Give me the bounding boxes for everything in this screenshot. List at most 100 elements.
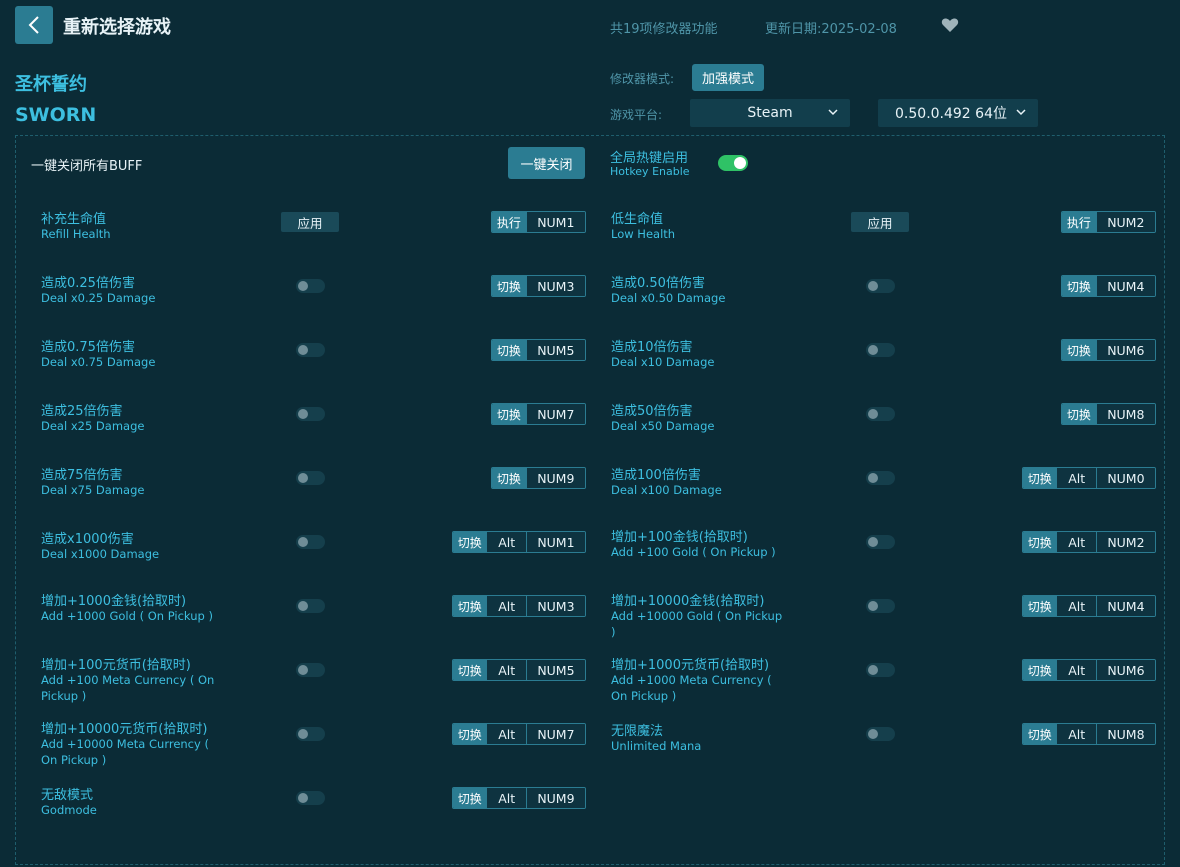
game-name-en: SWORN — [15, 104, 97, 126]
cheat-toggle[interactable] — [866, 407, 895, 421]
hotkey-key: NUM8 — [1095, 404, 1155, 424]
toggle-label: 切换 — [1062, 276, 1096, 296]
hotkey-binding[interactable]: 切换 Alt NUM4 — [1022, 595, 1156, 617]
hotkey-binding[interactable]: 切换 Alt NUM6 — [1022, 659, 1156, 681]
cheat-toggle[interactable] — [866, 279, 895, 293]
hotkey-binding[interactable]: 切换 NUM4 — [1061, 275, 1156, 297]
cheat-toggle[interactable] — [296, 727, 325, 741]
toggle-label: 切换 — [453, 724, 487, 744]
toggle-knob — [868, 409, 878, 419]
toggle-knob — [734, 157, 746, 169]
mode-badge[interactable]: 加强模式 — [692, 64, 764, 91]
hotkey-key: NUM7 — [525, 404, 585, 424]
toggle-knob — [298, 537, 308, 547]
cheat-name-cn: 造成10倍伤害 — [611, 340, 693, 355]
hotkey-binding[interactable]: 切换 NUM3 — [491, 275, 586, 297]
cheat-toggle[interactable] — [866, 599, 895, 613]
back-button[interactable] — [15, 6, 53, 44]
hotkey-binding[interactable]: 切换 Alt NUM0 — [1022, 467, 1156, 489]
close-all-label: 一键关闭所有BUFF — [31, 159, 143, 174]
toggle-label: 切换 — [1062, 404, 1096, 424]
exec-label: 执行 — [1062, 212, 1096, 232]
hotkey-binding[interactable]: 切换 Alt NUM2 — [1022, 531, 1156, 553]
apply-button[interactable]: 应用 — [851, 212, 909, 232]
hotkey-binding[interactable]: 切换 Alt NUM3 — [452, 595, 586, 617]
cheat-toggle[interactable] — [296, 663, 325, 677]
cheat-toggle[interactable] — [296, 535, 325, 549]
cheat-name-en: Add +1000 Meta Currency ( On Pickup ) — [611, 673, 772, 703]
hotkey-binding[interactable]: 执行 NUM2 — [1061, 211, 1156, 233]
toggle-label: 切换 — [492, 468, 526, 488]
cheat-toggle[interactable] — [296, 279, 325, 293]
cheat-toggle[interactable] — [866, 535, 895, 549]
hotkey-key: NUM1 — [525, 532, 585, 552]
platform-select[interactable]: Steam — [690, 99, 850, 127]
hotkey-key: NUM5 — [525, 340, 585, 360]
apply-button[interactable]: 应用 — [281, 212, 339, 232]
cheat-name-en: Deal x1000 Damage — [41, 547, 160, 561]
cheat-name-en: Deal x0.25 Damage — [41, 291, 156, 305]
hotkey-binding[interactable]: 切换 NUM7 — [491, 403, 586, 425]
cheat-toggle[interactable] — [296, 599, 325, 613]
cheat-name-en: Deal x0.50 Damage — [611, 291, 726, 305]
hotkey-binding[interactable]: 切换 Alt NUM9 — [452, 787, 586, 809]
close-all-button[interactable]: 一键关闭 — [508, 147, 585, 179]
cheat-name-en: Deal x50 Damage — [611, 419, 715, 433]
toggle-label: 切换 — [492, 404, 526, 424]
chevron-down-icon — [1016, 109, 1026, 116]
cheat-toggle[interactable] — [866, 343, 895, 357]
cheat-toggle[interactable] — [296, 407, 325, 421]
hotkey-binding[interactable]: 切换 Alt NUM5 — [452, 659, 586, 681]
heart-icon[interactable] — [941, 17, 959, 33]
alt-key: Alt — [1056, 724, 1096, 744]
cheat-name-en: Refill Health — [41, 227, 111, 241]
hotkey-binding[interactable]: 切换 NUM8 — [1061, 403, 1156, 425]
hotkey-binding[interactable]: 切换 Alt NUM8 — [1022, 723, 1156, 745]
cheat-toggle[interactable] — [866, 727, 895, 741]
cheat-name-en: Godmode — [41, 803, 97, 817]
hotkey-enable-toggle[interactable] — [718, 155, 748, 171]
chevron-down-icon — [828, 109, 838, 116]
cheat-name-cn: 增加+10000金钱(拾取时) — [611, 594, 765, 609]
toggle-knob — [868, 473, 878, 483]
cheat-name-cn: 无敌模式 — [41, 788, 94, 803]
hotkey-binding[interactable]: 切换 Alt NUM7 — [452, 723, 586, 745]
cheat-toggle[interactable] — [866, 663, 895, 677]
hotkey-binding[interactable]: 切换 NUM5 — [491, 339, 586, 361]
cheat-name-cn: 补充生命值 — [41, 212, 107, 227]
cheat-name-cn: 造成25倍伤害 — [41, 404, 123, 419]
hotkey-key: NUM9 — [525, 468, 585, 488]
hotkey-binding[interactable]: 切换 Alt NUM1 — [452, 531, 586, 553]
toggle-knob — [298, 281, 308, 291]
game-name-cn: 圣杯誓约 — [15, 74, 87, 95]
page-title: 重新选择游戏 — [63, 17, 171, 38]
hotkey-binding[interactable]: 切换 NUM6 — [1061, 339, 1156, 361]
hotkey-binding[interactable]: 切换 NUM9 — [491, 467, 586, 489]
toggle-knob — [298, 409, 308, 419]
cheat-name-cn: 增加+100元货币(拾取时) — [41, 658, 191, 673]
platform-label: 游戏平台: — [610, 108, 663, 122]
hotkey-key: NUM6 — [1095, 660, 1155, 680]
hotkey-key: NUM2 — [1095, 212, 1155, 232]
cheat-name-cn: 造成75倍伤害 — [41, 468, 123, 483]
toggle-knob — [298, 793, 308, 803]
cheat-name-en: Add +100 Gold ( On Pickup ) — [611, 545, 776, 559]
cheat-toggle[interactable] — [296, 471, 325, 485]
toggle-label: 切换 — [453, 788, 487, 808]
cheat-name-cn: 增加+1000元货币(拾取时) — [611, 658, 770, 673]
cheat-name-cn: 造成0.25倍伤害 — [41, 276, 135, 291]
cheat-name-en: Deal x25 Damage — [41, 419, 145, 433]
toggle-label: 切换 — [1023, 468, 1057, 488]
cheat-name-en: Unlimited Mana — [611, 739, 702, 753]
version-select[interactable]: 0.50.0.492 64位 — [878, 99, 1038, 127]
hotkey-binding[interactable]: 执行 NUM1 — [491, 211, 586, 233]
toggle-label: 切换 — [1023, 660, 1057, 680]
cheat-toggle[interactable] — [296, 343, 325, 357]
hotkey-key: NUM7 — [525, 724, 585, 744]
cheat-name-cn: 增加+10000元货币(拾取时) — [41, 722, 208, 737]
toggle-knob — [868, 345, 878, 355]
cheat-name-cn: 低生命值 — [611, 212, 664, 227]
cheat-toggle[interactable] — [296, 791, 325, 805]
cheat-toggle[interactable] — [866, 471, 895, 485]
toggle-label: 切换 — [453, 532, 487, 552]
